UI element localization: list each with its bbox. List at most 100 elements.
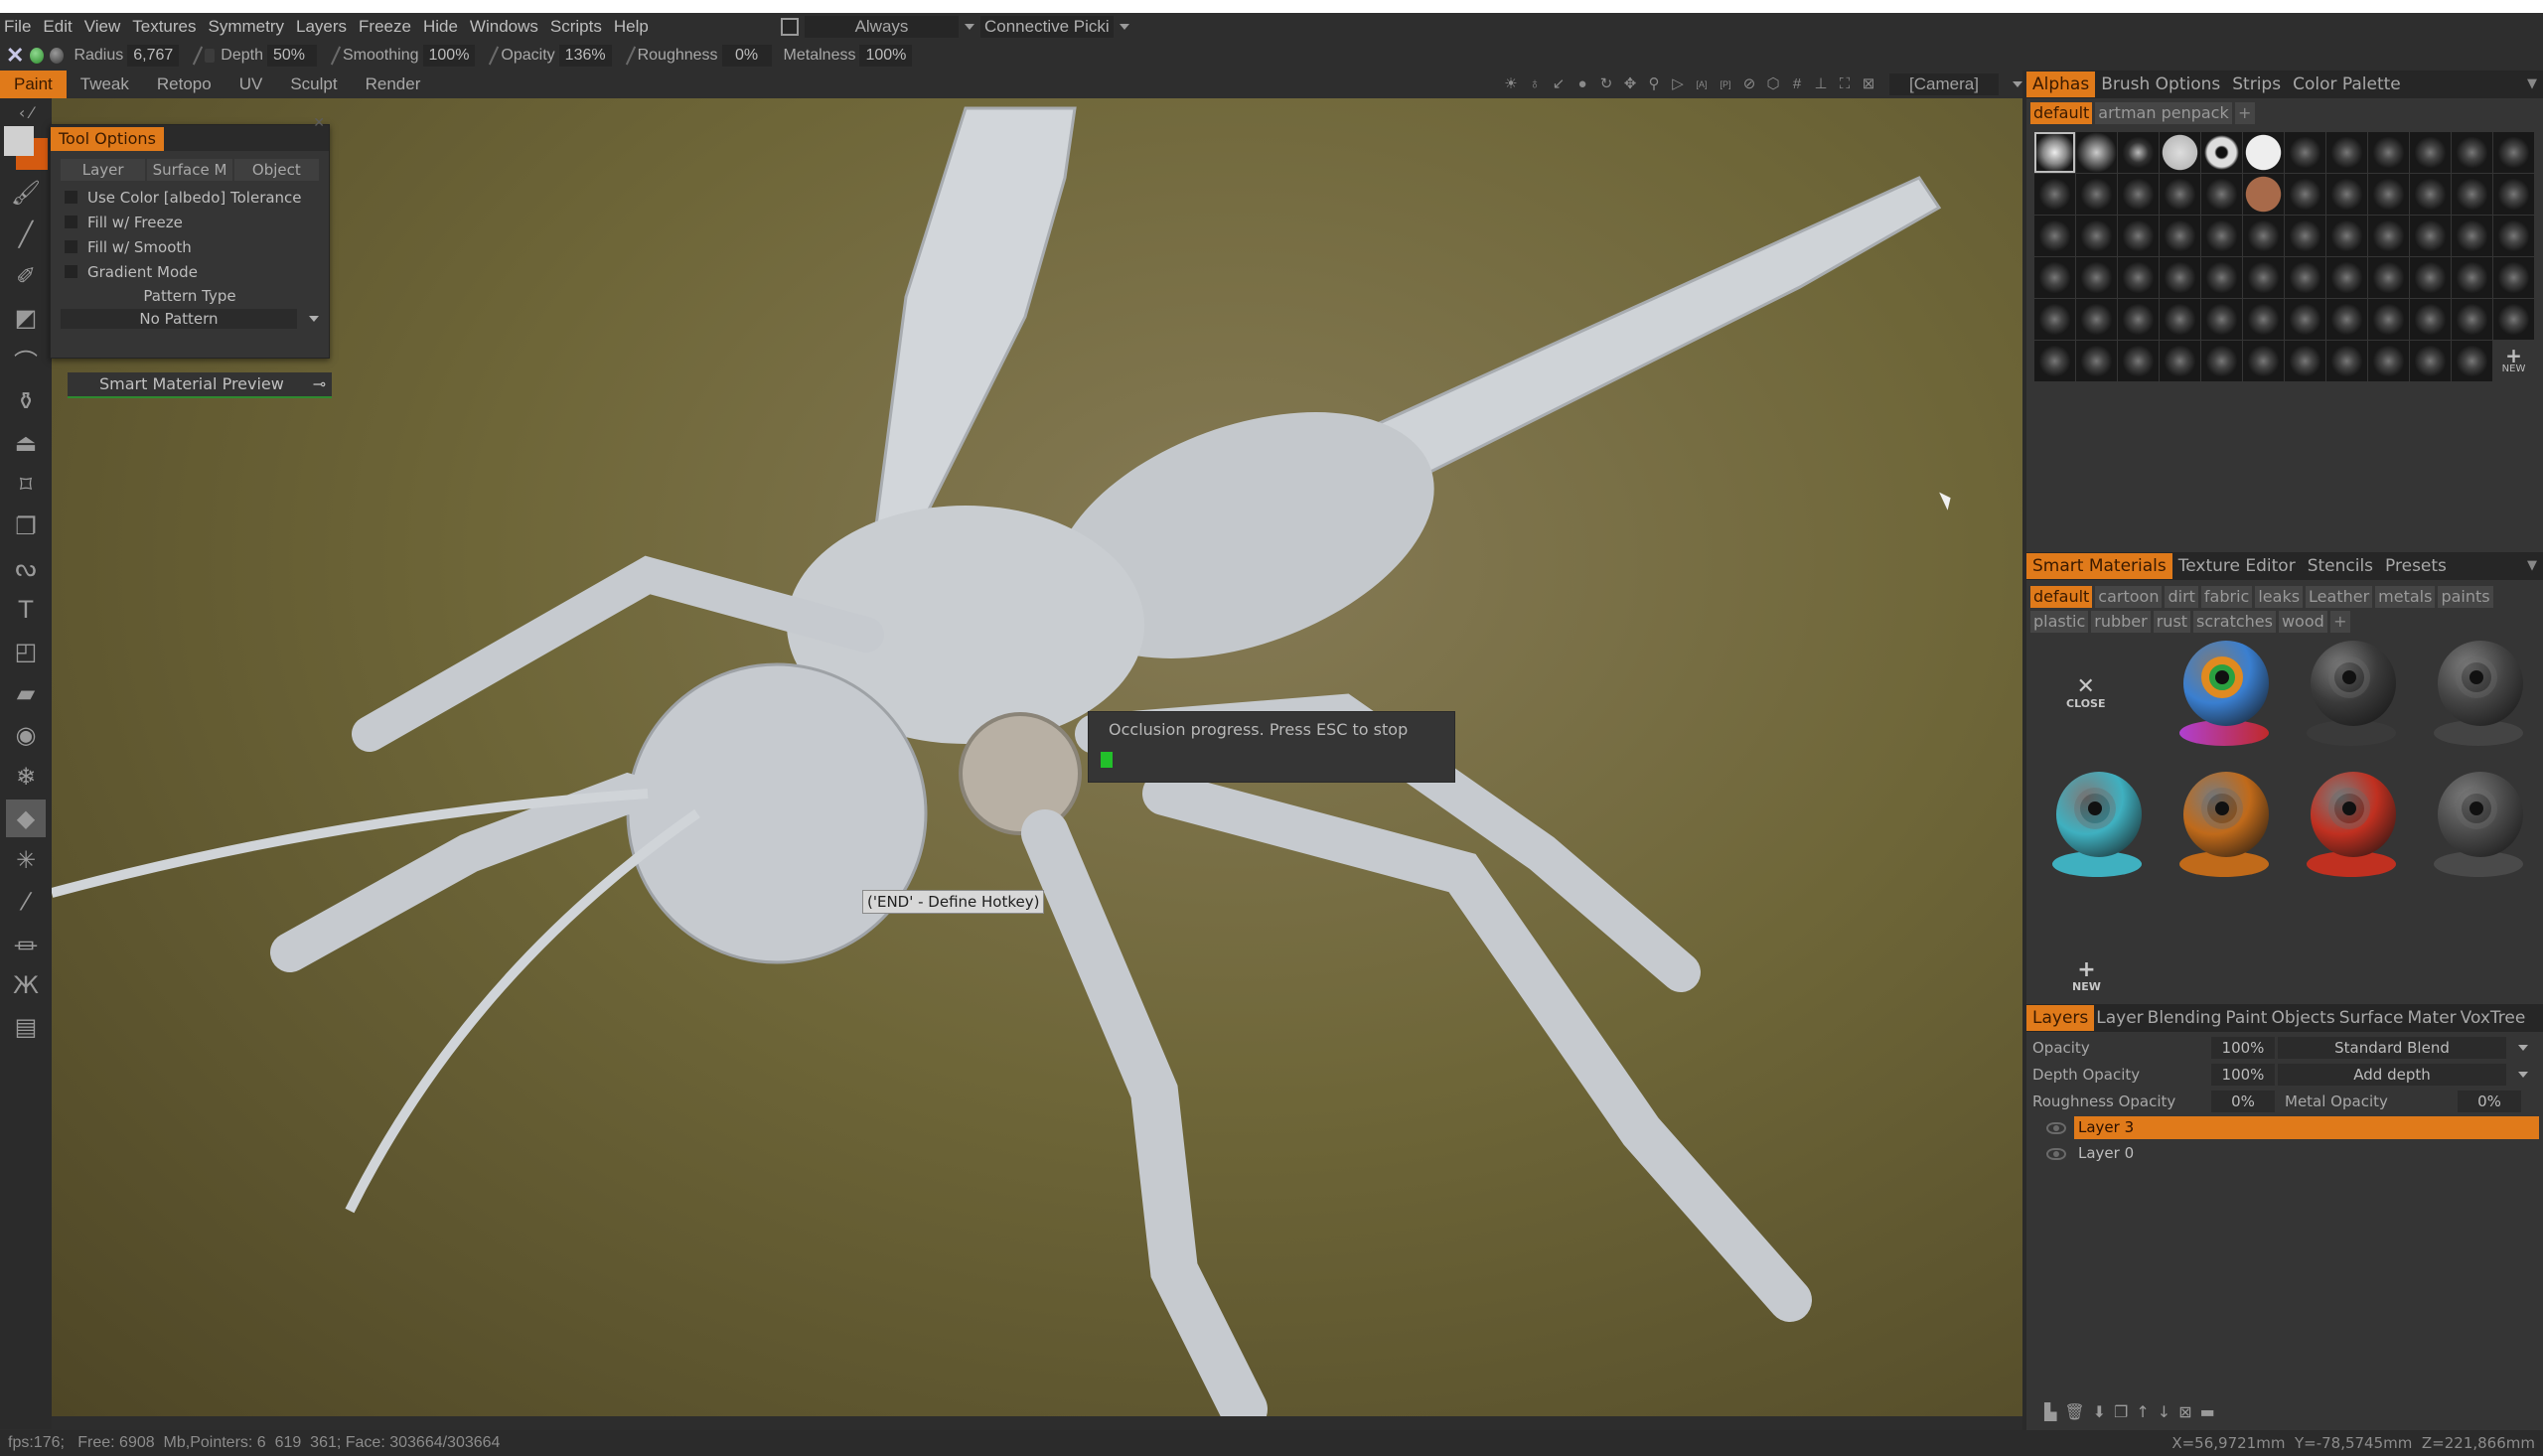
- reset-x-icon[interactable]: ✕: [6, 43, 24, 69]
- alpha-thumbnail[interactable]: [2201, 132, 2242, 173]
- no-icon[interactable]: ⊘: [1740, 75, 1758, 93]
- fill-icon[interactable]: ◆: [6, 800, 46, 837]
- metalness-label[interactable]: Metalness: [784, 47, 856, 65]
- fullscreen-icon[interactable]: ⛶: [1836, 75, 1854, 93]
- room-tab-uv[interactable]: UV: [225, 71, 277, 98]
- panel-menu-icon[interactable]: ▼: [2527, 76, 2537, 91]
- tab-alphas[interactable]: Alphas: [2026, 72, 2096, 97]
- metal-opacity-label[interactable]: Metal Opacity: [2285, 1092, 2458, 1110]
- tab-presets[interactable]: Presets: [2379, 553, 2453, 579]
- alpha-thumbnail[interactable]: [2452, 132, 2492, 173]
- opacity-input[interactable]: 136%: [558, 45, 612, 67]
- menu-symmetry[interactable]: Symmetry: [203, 17, 291, 37]
- alpha-thumbnail[interactable]: [2326, 299, 2367, 340]
- magic-wand-icon[interactable]: ✳: [6, 841, 46, 879]
- pencil-icon[interactable]: ╱: [6, 216, 46, 253]
- tab-stencils[interactable]: Stencils: [2302, 553, 2379, 579]
- alpha-thumbnail[interactable]: [2410, 299, 2451, 340]
- menu-freeze[interactable]: Freeze: [353, 17, 417, 37]
- room-tab-retopo[interactable]: Retopo: [143, 71, 225, 98]
- curve-icon[interactable]: ᔓ: [6, 549, 46, 587]
- alpha-thumbnail[interactable]: [2285, 299, 2325, 340]
- gradient-mode-row[interactable]: Gradient Mode: [51, 259, 329, 284]
- alpha-thumbnail[interactable]: [2243, 341, 2284, 381]
- object-button[interactable]: Object: [233, 159, 319, 181]
- tab-strips[interactable]: Strips: [2226, 72, 2287, 97]
- material-folder-fabric[interactable]: fabric: [2200, 586, 2253, 608]
- roughness-opacity-input[interactable]: 0%: [2211, 1090, 2275, 1112]
- opacity-label[interactable]: Opacity: [501, 47, 554, 65]
- alpha-thumbnail[interactable]: [2410, 174, 2451, 215]
- alpha-thumbnail[interactable]: [2452, 341, 2492, 381]
- material-dark-metal[interactable]: [2305, 641, 2400, 750]
- chevron-down-icon[interactable]: [309, 316, 319, 322]
- roughness-input[interactable]: 0%: [721, 45, 772, 67]
- alpha-thumbnail[interactable]: [2201, 216, 2242, 256]
- folder-icon[interactable]: ▬: [2200, 1402, 2215, 1421]
- pen-pressure-icon[interactable]: [330, 46, 342, 66]
- alpha-thumbnail[interactable]: [2118, 216, 2159, 256]
- primary-color[interactable]: [4, 126, 34, 156]
- menu-windows[interactable]: Windows: [464, 17, 544, 37]
- new-alpha-button[interactable]: + NEW: [2493, 341, 2534, 381]
- alpha-folder-default[interactable]: default: [2030, 102, 2093, 124]
- new-material-button[interactable]: + NEW: [2072, 959, 2101, 994]
- axis-icon[interactable]: ⊥: [1812, 75, 1830, 93]
- material-sphere-grey-icon[interactable]: [50, 48, 65, 64]
- alpha-thumbnail[interactable]: [2243, 216, 2284, 256]
- butterfly-icon[interactable]: Ж: [6, 966, 46, 1004]
- alpha-thumbnail[interactable]: [2076, 216, 2117, 256]
- alpha-thumbnail[interactable]: [2326, 257, 2367, 298]
- alpha-thumbnail[interactable]: [2160, 257, 2200, 298]
- alpha-thumbnail[interactable]: [2201, 341, 2242, 381]
- menu-help[interactable]: Help: [608, 17, 655, 37]
- alpha-thumbnail[interactable]: [2243, 132, 2284, 173]
- alpha-folder-artman-penpack[interactable]: artman penpack: [2095, 102, 2232, 124]
- alpha-thumbnail[interactable]: [2493, 299, 2534, 340]
- material-folder-cartoon[interactable]: cartoon: [2095, 586, 2163, 608]
- smoothing-input[interactable]: 100%: [422, 45, 476, 67]
- copy-paste-icon[interactable]: ❐: [6, 508, 46, 545]
- tab-surface[interactable]: Surface: [2337, 1005, 2406, 1031]
- rotate-icon[interactable]: ↻: [1597, 75, 1615, 93]
- move-up-icon[interactable]: ↑: [2136, 1402, 2149, 1421]
- pattern-type-value[interactable]: No Pattern: [61, 309, 297, 329]
- add-folder-icon[interactable]: +: [2234, 102, 2255, 124]
- menu-layers[interactable]: Layers: [290, 17, 353, 37]
- chevron-down-icon[interactable]: [1119, 24, 1129, 30]
- tab-layer[interactable]: Layer: [2094, 1005, 2145, 1031]
- alpha-thumbnail[interactable]: [2243, 257, 2284, 298]
- fill-smooth-row[interactable]: Fill w/ Smooth: [51, 234, 329, 259]
- surface-material-button[interactable]: Surface M: [147, 159, 232, 181]
- alpha-thumbnail[interactable]: [2160, 132, 2200, 173]
- alpha-thumbnail[interactable]: [2118, 174, 2159, 215]
- grid-icon[interactable]: #: [1788, 75, 1806, 93]
- alpha-thumbnail[interactable]: [2034, 299, 2075, 340]
- tab-materials[interactable]: Mater: [2405, 1005, 2458, 1031]
- drop-icon[interactable]: ●: [1573, 75, 1591, 93]
- fill-bucket-icon[interactable]: ⚱: [6, 382, 46, 420]
- alpha-thumbnail[interactable]: [2410, 216, 2451, 256]
- tab-color-palette[interactable]: Color Palette: [2287, 72, 2407, 97]
- brush-icon[interactable]: 🖌: [6, 174, 46, 212]
- eyedropper-icon[interactable]: ⁄: [6, 883, 46, 921]
- alpha-thumbnail[interactable]: [2410, 132, 2451, 173]
- layer-name[interactable]: Layer 0: [2074, 1142, 2543, 1165]
- room-tab-sculpt[interactable]: Sculpt: [276, 71, 351, 98]
- alpha-thumbnail[interactable]: [2118, 341, 2159, 381]
- layer-opacity-label[interactable]: Opacity: [2032, 1039, 2211, 1057]
- clone-brush-icon[interactable]: ◩: [6, 299, 46, 337]
- eye-icon[interactable]: [2046, 1147, 2066, 1160]
- alpha-thumbnail[interactable]: [2285, 341, 2325, 381]
- alpha-thumbnail[interactable]: [2201, 174, 2242, 215]
- alpha-thumbnail[interactable]: [2452, 299, 2492, 340]
- material-folder-paints[interactable]: paints: [2438, 586, 2493, 608]
- menu-file[interactable]: File: [0, 17, 37, 37]
- chevron-down-icon[interactable]: [2013, 81, 2022, 87]
- depth-opacity-input[interactable]: 100%: [2211, 1063, 2275, 1086]
- close-button[interactable]: ✕ CLOSE: [2066, 676, 2105, 711]
- tab-voxtree[interactable]: VoxTree: [2459, 1005, 2528, 1031]
- smart-material-preview-panel[interactable]: Smart Material Preview ⊸: [68, 372, 332, 398]
- alpha-thumbnail[interactable]: [2368, 299, 2409, 340]
- frame-icon[interactable]: ◰: [6, 633, 46, 670]
